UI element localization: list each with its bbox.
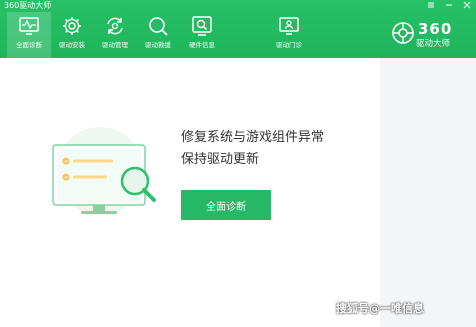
tab-label: 全面诊断	[16, 41, 42, 49]
tab-driver-rescue[interactable]: 驱动救援	[136, 12, 180, 56]
tab-label: 驱动门诊	[276, 41, 302, 49]
full-diagnosis-button[interactable]: 全面诊断	[181, 190, 271, 220]
brand: 360 驱动大师	[392, 20, 472, 54]
minimize-icon[interactable]	[444, 0, 454, 10]
tab-label: 驱动管理	[102, 41, 128, 49]
tab-driver-install[interactable]: 驱动安装	[50, 12, 94, 56]
refresh-gear-icon	[107, 17, 123, 35]
monitor-user-icon	[279, 17, 299, 35]
diagnosis-illustration	[52, 127, 156, 215]
app-header: 360驱动大师 全面诊断 驱动安装 驱动管理 驱动救援 硬件信息 驱动门诊 36…	[0, 0, 476, 58]
brand-number: 360	[418, 20, 453, 38]
close-icon[interactable]	[462, 0, 472, 10]
window-controls	[426, 0, 472, 10]
search-icon	[149, 17, 168, 36]
brand-logo-icon	[392, 22, 414, 44]
monitor-pulse-icon	[19, 17, 39, 35]
gear-icon	[63, 17, 81, 35]
window-title: 360驱动大师	[4, 1, 52, 10]
tab-label: 驱动救援	[145, 41, 171, 49]
headline-line1: 修复系统与游戏组件异常	[181, 130, 325, 145]
menu-icon[interactable]	[426, 0, 436, 10]
tab-driver-clinic[interactable]: 驱动门诊	[267, 12, 311, 56]
tab-label: 硬件信息	[189, 41, 215, 49]
hardware-search-icon	[192, 16, 212, 36]
right-side-panel	[380, 58, 476, 327]
tab-driver-manage[interactable]: 驱动管理	[93, 12, 137, 56]
brand-name: 驱动大师	[416, 39, 451, 49]
tab-full-diagnosis[interactable]: 全面诊断	[7, 12, 51, 58]
watermark: 搜狐号@一唯信息	[336, 302, 424, 315]
headline-line2: 保持驱动更新	[181, 152, 260, 167]
tab-hardware-info[interactable]: 硬件信息	[180, 12, 224, 56]
tab-label: 驱动安装	[59, 41, 85, 49]
